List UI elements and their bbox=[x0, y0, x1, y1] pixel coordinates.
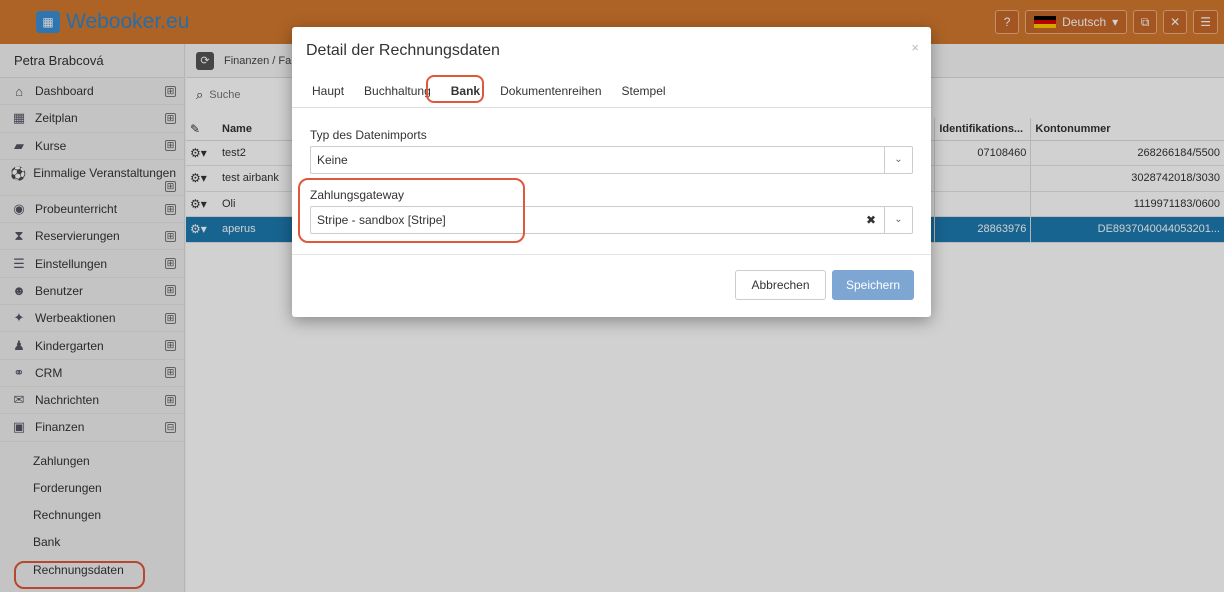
cancel-button[interactable]: Abbrechen bbox=[735, 270, 826, 300]
modal-divider bbox=[292, 254, 931, 255]
close-icon[interactable]: × bbox=[911, 40, 919, 55]
tab-dokumentenreihen[interactable]: Dokumentenreihen bbox=[490, 75, 611, 108]
chevron-down-icon[interactable]: ⌄ bbox=[884, 207, 912, 233]
clear-icon[interactable]: ✖ bbox=[866, 207, 876, 233]
chevron-down-icon[interactable]: ⌄ bbox=[884, 147, 912, 173]
import-type-value: Keine bbox=[317, 153, 348, 167]
tab-stempel[interactable]: Stempel bbox=[612, 75, 676, 108]
modal-tabs: Haupt Buchhaltung Bank Dokumentenreihen Stem… bbox=[292, 75, 931, 108]
invoice-data-modal: Detail der Rechnungsdaten × Haupt Buchhal… bbox=[292, 27, 931, 317]
highlight-bank-tab bbox=[426, 75, 484, 103]
save-button[interactable]: Speichern bbox=[832, 270, 914, 300]
import-type-label: Typ des Datenimports bbox=[310, 128, 427, 142]
tab-haupt[interactable]: Haupt bbox=[302, 75, 354, 108]
modal-title: Detail der Rechnungsdaten bbox=[306, 42, 500, 59]
highlight-gateway bbox=[298, 178, 525, 243]
import-type-select[interactable]: Keine ⌄ bbox=[310, 146, 913, 174]
